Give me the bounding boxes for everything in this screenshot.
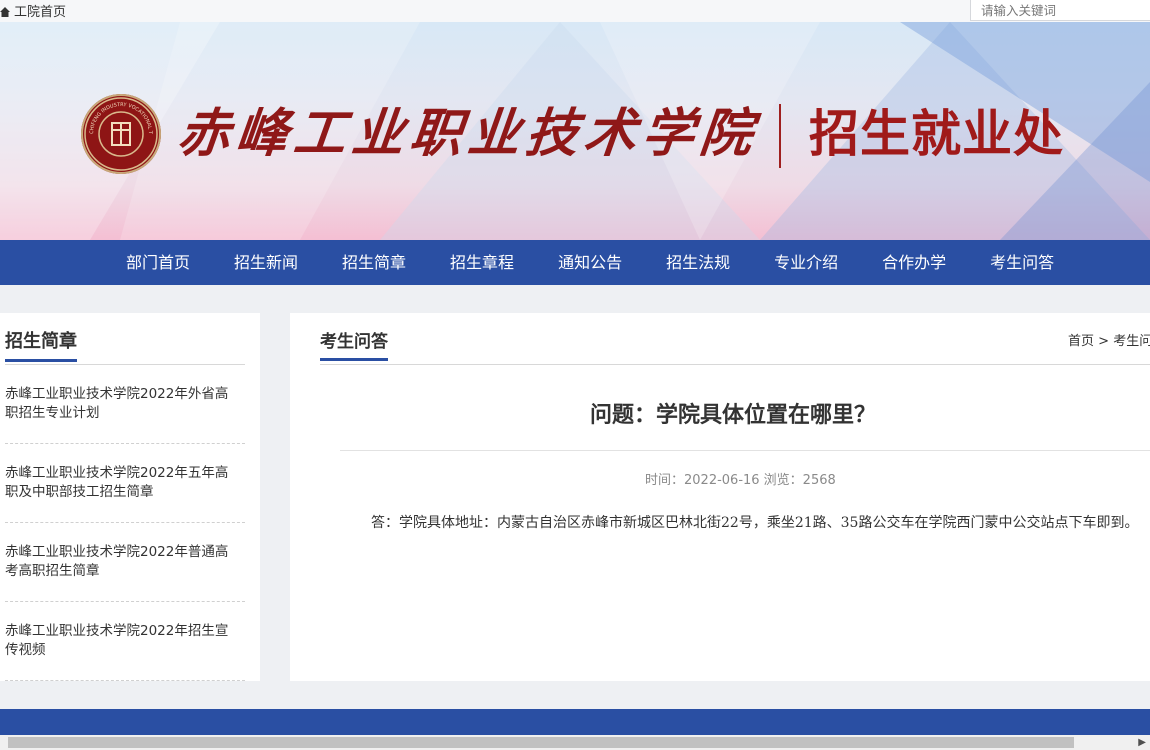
article-panel: 考生问答 首页 > 考生问答 问题：学院具体位置在哪里？ 时间：2022-06-… (290, 313, 1150, 681)
college-seal-logo: CHIFENG INDUSTRY VOCATIONAL TECHNOLOGY C… (81, 94, 161, 174)
sidebar-item[interactable]: 赤峰工业职业技术学院2022年五年高职及中职部技工招生简章 (5, 444, 245, 523)
home-link[interactable]: 工院首页 (0, 1, 66, 20)
breadcrumb: 首页 > 考生问答 (1068, 330, 1150, 349)
nav-item-majors[interactable]: 专业介绍 (752, 240, 860, 285)
title-divider (340, 450, 1150, 451)
home-link-label: 工院首页 (14, 5, 67, 20)
section-title: 考生问答 (320, 327, 388, 361)
nav-item-notices[interactable]: 通知公告 (536, 240, 644, 285)
nav-item-admission-charter[interactable]: 招生章程 (428, 240, 536, 285)
school-name-calligraphy: 赤峰工业职业技术学院 (174, 103, 762, 164)
article-title: 问题：学院具体位置在哪里？ (590, 403, 877, 428)
sidebar-list: 赤峰工业职业技术学院2022年外省高职招生专业计划 赤峰工业职业技术学院2022… (5, 365, 245, 681)
sidebar-item[interactable]: 赤峰工业职业技术学院2022年普通高考高职招生简章 (5, 523, 245, 602)
search-input[interactable] (971, 0, 1150, 21)
banner-divider (779, 104, 781, 168)
sidebar-item[interactable]: 赤峰工业职业技术学院2022年外省高职招生专业计划 (5, 365, 245, 444)
sidebar-title: 招生简章 (5, 327, 77, 362)
sidebar: 招生简章 赤峰工业职业技术学院2022年外省高职招生专业计划 赤峰工业职业技术学… (0, 313, 260, 681)
nav-item-department-home[interactable]: 部门首页 (104, 240, 212, 285)
nav-item-qa[interactable]: 考生问答 (968, 240, 1076, 285)
seal-graphic: CHIFENG INDUSTRY VOCATIONAL TECHNOLOGY C… (81, 94, 158, 171)
nav-item-admission-guide[interactable]: 招生简章 (320, 240, 428, 285)
office-name: 招生就业处 (809, 105, 1064, 163)
breadcrumb-separator: > (1098, 334, 1110, 349)
scroll-right-arrow-icon[interactable]: ▶ (1138, 737, 1146, 748)
article-meta: 时间：2022-06-16 浏览：2568 (645, 473, 836, 488)
nav-item-admission-news[interactable]: 招生新闻 (212, 240, 320, 285)
top-bar: 工院首页 (0, 0, 1150, 22)
section-divider (320, 364, 1150, 365)
horizontal-scrollbar[interactable]: ▶ (0, 735, 1150, 750)
home-icon (0, 7, 10, 17)
header-banner: CHIFENG INDUSTRY VOCATIONAL TECHNOLOGY C… (0, 22, 1150, 240)
article-body: 答：学院具体地址：内蒙古自治区赤峰市新城区巴林北街22号，乘坐21路、35路公交… (371, 515, 1139, 531)
breadcrumb-home-link[interactable]: 首页 (1068, 334, 1094, 349)
sidebar-item[interactable]: 赤峰工业职业技术学院2022年招生宣传视频 (5, 602, 245, 681)
main-nav: 部门首页 招生新闻 招生简章 招生章程 通知公告 招生法规 专业介绍 合作办学 … (0, 240, 1150, 285)
nav-item-cooperation[interactable]: 合作办学 (860, 240, 968, 285)
breadcrumb-current-link[interactable]: 考生问答 (1113, 334, 1150, 349)
search-box (970, 0, 1150, 21)
scrollbar-thumb[interactable] (8, 737, 1074, 748)
nav-item-regulations[interactable]: 招生法规 (644, 240, 752, 285)
